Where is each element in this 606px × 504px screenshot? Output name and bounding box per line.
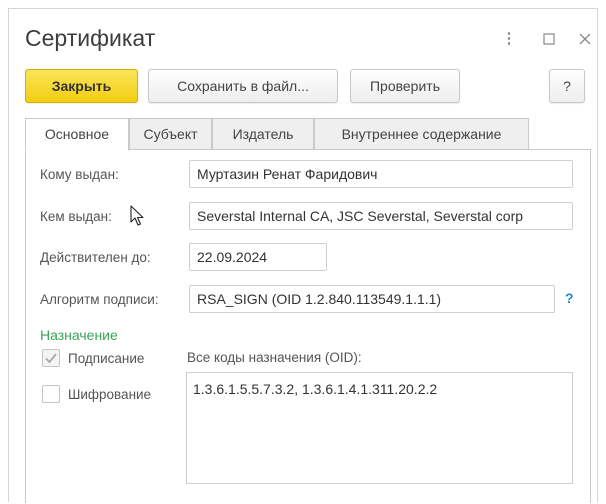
- signing-label: Подписание: [68, 351, 145, 366]
- issued-by-label: Кем выдан:: [40, 209, 112, 224]
- signature-algorithm-field[interactable]: RSA_SIGN (OID 1.2.840.113549.1.1.1): [189, 285, 555, 313]
- certificate-window: Сертификат ⋮ Закрыть Сохранить в файл...…: [8, 8, 598, 503]
- encryption-checkbox[interactable]: [42, 385, 60, 403]
- all-oids-label: Все коды назначения (OID):: [187, 350, 362, 365]
- issued-by-field[interactable]: Severstal Internal CA, JSC Severstal, Se…: [189, 202, 573, 230]
- more-options-icon[interactable]: ⋮: [499, 29, 519, 49]
- tab-subject[interactable]: Субъект: [129, 118, 212, 150]
- algorithm-help-icon[interactable]: ?: [565, 290, 574, 306]
- issued-to-label: Кому выдан:: [40, 167, 119, 182]
- signing-checkbox[interactable]: [42, 349, 60, 367]
- valid-until-field[interactable]: 22.09.2024: [189, 243, 327, 271]
- close-button[interactable]: Закрыть: [25, 69, 138, 103]
- valid-until-label: Действителен до:: [40, 250, 151, 265]
- close-icon[interactable]: [575, 29, 595, 49]
- window-title: Сертификат: [25, 25, 156, 51]
- issued-to-field[interactable]: Муртазин Ренат Фаридович: [189, 160, 573, 188]
- mouse-cursor-icon: [130, 205, 146, 227]
- encryption-label: Шифрование: [68, 387, 152, 402]
- save-to-file-button[interactable]: Сохранить в файл...: [148, 69, 338, 103]
- tab-issuer[interactable]: Издатель: [212, 118, 314, 150]
- maximize-icon[interactable]: [539, 29, 559, 49]
- oids-textarea[interactable]: 1.3.6.1.5.5.7.3.2, 1.3.6.1.4.1.311.20.2.…: [186, 372, 573, 484]
- purpose-section-title: Назначение: [40, 327, 118, 343]
- help-button[interactable]: ?: [549, 69, 585, 103]
- tab-general[interactable]: Основное: [25, 118, 129, 151]
- check-button[interactable]: Проверить: [350, 69, 460, 103]
- tab-internal-content[interactable]: Внутреннее содержание: [314, 118, 529, 150]
- signature-algorithm-label: Алгоритм подписи:: [40, 292, 159, 307]
